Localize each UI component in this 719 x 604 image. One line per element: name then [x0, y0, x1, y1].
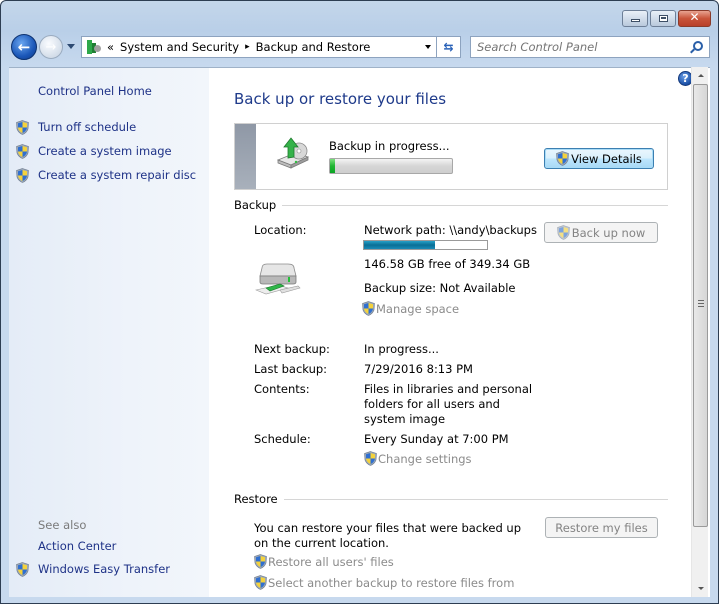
next-backup-label: Next backup:: [254, 342, 330, 356]
schedule-label: Schedule:: [254, 432, 311, 446]
scroll-down-button[interactable]: [692, 580, 709, 597]
breadcrumb-backup-and-restore[interactable]: Backup and Restore: [256, 40, 371, 54]
scroll-up-button[interactable]: [692, 67, 709, 84]
sidebar: Control Panel Home Turn off schedule Cre…: [9, 68, 209, 597]
page-title: Back up or restore your files: [234, 90, 447, 108]
location-label: Location:: [254, 223, 307, 237]
disk-usage-fill: [364, 241, 436, 249]
address-dropdown-icon[interactable]: [425, 45, 431, 49]
back-up-now-button[interactable]: Back up now: [544, 222, 658, 243]
contents-label: Contents:: [254, 382, 310, 396]
search-icon[interactable]: [693, 41, 703, 51]
backup-restore-icon: [85, 39, 101, 55]
backup-status-panel: Backup in progress... View Details: [234, 123, 668, 190]
manage-space-label: Manage space: [376, 301, 460, 316]
next-backup-value: In progress...: [364, 342, 439, 356]
maximize-icon: [659, 15, 668, 22]
restore-description: You can restore your files that were bac…: [254, 521, 521, 550]
select-another-backup-link[interactable]: Select another backup to restore files f…: [254, 575, 514, 590]
schedule-value: Every Sunday at 7:00 PM: [364, 432, 509, 446]
minimize-button[interactable]: [622, 10, 648, 27]
breadcrumb: « System and Security ▸ Backup and Resto…: [107, 40, 370, 54]
location-value: Network path: \\andy\backups: [364, 223, 537, 237]
vertical-scrollbar[interactable]: [691, 67, 708, 597]
backup-progress-bar: [329, 158, 453, 174]
back-arrow-icon: ←: [17, 38, 31, 56]
breadcrumb-system-and-security[interactable]: System and Security: [120, 40, 239, 54]
breadcrumb-separator-icon[interactable]: ▸: [245, 42, 250, 52]
back-button[interactable]: ←: [11, 34, 37, 60]
back-up-now-label: Back up now: [571, 225, 646, 240]
close-button[interactable]: ✕: [678, 10, 711, 27]
scroll-down-arrow-icon: [697, 587, 704, 590]
uac-shield-icon: [254, 575, 267, 590]
backup-in-progress-icon: [276, 137, 310, 169]
uac-shield-icon: [16, 120, 29, 135]
sidebar-windows-easy-transfer[interactable]: Windows Easy Transfer: [38, 562, 170, 576]
forward-arrow-icon: →: [45, 39, 57, 55]
minimize-icon: [631, 19, 640, 22]
help-icon: ?: [682, 72, 689, 85]
backup-progress-fill: [330, 159, 335, 173]
caption-buttons: ✕: [622, 10, 711, 27]
uac-shield-icon: [254, 554, 267, 569]
scroll-thumb[interactable]: [693, 84, 708, 527]
breadcrumb-overflow[interactable]: «: [107, 40, 114, 54]
network-drive-icon: [254, 263, 301, 295]
status-stripe: [235, 124, 256, 189]
backup-section-title: Backup: [234, 198, 277, 212]
view-details-label: View Details: [571, 151, 642, 166]
restore-section-header: Restore: [234, 492, 668, 506]
sidebar-create-system-image[interactable]: Create a system image: [38, 144, 172, 158]
uac-shield-icon: [364, 451, 377, 466]
search-box[interactable]: [470, 36, 710, 58]
recent-pages-dropdown[interactable]: [67, 44, 75, 49]
backup-section-header: Backup: [234, 198, 668, 212]
main-panel: Back up or restore your files Backup in …: [209, 68, 687, 597]
contents-value: Files in libraries and personal folders …: [364, 382, 533, 426]
content-frame: Control Panel Home Turn off schedule Cre…: [9, 67, 710, 597]
see-also-heading: See also: [38, 518, 87, 532]
last-backup-label: Last backup:: [254, 362, 328, 376]
address-bar[interactable]: « System and Security ▸ Backup and Resto…: [81, 36, 437, 58]
disk-usage-bar: [363, 240, 488, 250]
last-backup-value: 7/29/2016 8:13 PM: [364, 362, 473, 376]
restore-my-files-label: Restore my files: [555, 520, 648, 535]
restore-my-files-button[interactable]: Restore my files: [545, 517, 658, 538]
restore-all-users-files-link[interactable]: Restore all users' files: [254, 554, 394, 569]
forward-button[interactable]: →: [39, 35, 63, 59]
free-space-text: 146.58 GB free of 349.34 GB: [364, 257, 531, 271]
sidebar-control-panel-home[interactable]: Control Panel Home: [38, 84, 152, 98]
refresh-icon: ⇆: [443, 40, 454, 54]
uac-shield-icon: [16, 562, 29, 577]
sidebar-action-center[interactable]: Action Center: [38, 539, 116, 553]
sidebar-create-system-repair-disc[interactable]: Create a system repair disc: [38, 168, 196, 182]
backup-status-text: Backup in progress...: [329, 139, 450, 153]
backup-size-text: Backup size: Not Available: [364, 281, 516, 295]
section-divider: [283, 498, 668, 500]
search-input[interactable]: [477, 40, 687, 54]
manage-space-link[interactable]: Manage space: [362, 301, 459, 316]
uac-shield-icon: [16, 168, 29, 183]
select-another-backup-label: Select another backup to restore files f…: [268, 575, 515, 590]
uac-shield-icon: [556, 225, 570, 240]
refresh-button[interactable]: ⇆: [437, 36, 461, 58]
uac-shield-icon: [362, 301, 375, 316]
restore-all-users-files-label: Restore all users' files: [268, 554, 394, 569]
sidebar-turn-off-schedule[interactable]: Turn off schedule: [38, 120, 136, 134]
change-settings-link[interactable]: Change settings: [364, 451, 472, 466]
uac-shield-icon: [556, 151, 569, 166]
backup-and-restore-window: ✕ ← → « System and Security ▸ Backup and…: [0, 0, 719, 604]
section-divider: [282, 204, 668, 206]
restore-section-title: Restore: [234, 492, 278, 506]
scroll-grip-icon: [698, 300, 704, 307]
uac-shield-icon: [16, 144, 29, 159]
view-details-button[interactable]: View Details: [544, 148, 654, 169]
close-icon: ✕: [689, 10, 700, 24]
change-settings-label: Change settings: [378, 451, 472, 466]
maximize-button[interactable]: [650, 10, 676, 27]
scroll-up-arrow-icon: [697, 74, 704, 77]
